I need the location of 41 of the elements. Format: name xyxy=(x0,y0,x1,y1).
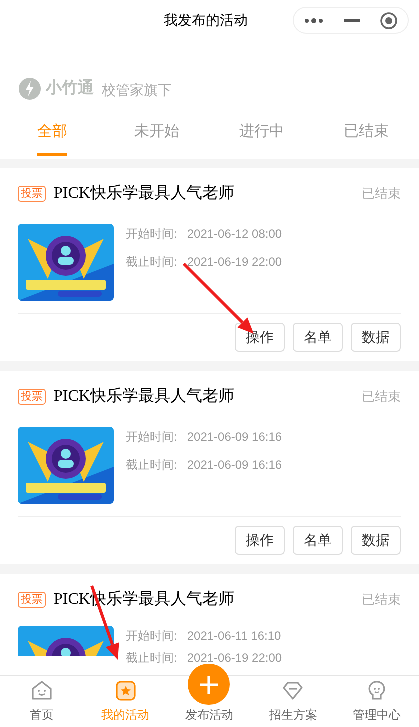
end-time-label: 截止时间: xyxy=(126,254,178,271)
activity-card[interactable]: 投票 PICK快乐学最具人气老师 已结束 开始时间: 2021-06-09 16:16 截止时间: 2021-06-09 16:16 操作 名单 数据 xyxy=(0,371,419,564)
status-label: 已结束 xyxy=(362,388,401,406)
end-time: 2021-06-09 16:16 xyxy=(187,457,282,474)
logo-icon xyxy=(18,77,42,101)
action-button[interactable]: 操作 xyxy=(235,526,285,555)
action-button[interactable]: 名单 xyxy=(293,323,343,352)
brand-name: 小竹通 xyxy=(46,78,94,99)
vote-tag: 投票 xyxy=(18,592,46,608)
action-button[interactable]: 名单 xyxy=(293,526,343,555)
action-button[interactable]: 操作 xyxy=(235,323,285,352)
brand-tagline: 校管家旗下 xyxy=(102,81,172,100)
start-time-label: 开始时间: xyxy=(126,628,178,645)
action-button[interactable]: 数据 xyxy=(351,323,401,352)
plus-icon xyxy=(199,674,220,694)
action-button[interactable]: 数据 xyxy=(351,526,401,555)
nav-item[interactable]: 招生方案 xyxy=(251,676,336,727)
diamond-icon xyxy=(281,679,306,703)
activity-card[interactable]: 投票 PICK快乐学最具人气老师 已结束 开始时间: 2021-06-12 08:00 截止时间: 2021-06-19 22:00 操作 名单 数据 xyxy=(0,168,419,361)
vote-tag: 投票 xyxy=(18,186,46,202)
end-time-label: 截止时间: xyxy=(126,457,178,474)
start-time: 2021-06-12 08:00 xyxy=(187,226,282,243)
end-time-label: 截止时间: xyxy=(126,650,178,667)
home-icon xyxy=(30,679,54,703)
activity-title: PICK快乐学最具人气老师 xyxy=(54,184,236,204)
close-icon[interactable] xyxy=(380,12,398,30)
end-time: 2021-06-19 22:00 xyxy=(187,650,282,667)
status-label: 已结束 xyxy=(362,185,401,204)
start-time-label: 开始时间: xyxy=(126,226,178,243)
start-time: 2021-06-09 16:16 xyxy=(187,429,282,446)
minimize-icon[interactable] xyxy=(344,18,360,22)
nav-item[interactable]: 管理中心 xyxy=(335,676,419,727)
window-title: 我发布的活动 xyxy=(164,10,248,30)
status-label: 已结束 xyxy=(362,591,401,610)
start-time-label: 开始时间: xyxy=(126,429,178,446)
start-time: 2021-06-11 16:10 xyxy=(187,628,282,645)
end-time: 2021-06-19 22:00 xyxy=(187,254,282,271)
nav-item[interactable]: 首页 xyxy=(0,676,84,727)
vote-tag: 投票 xyxy=(18,389,46,405)
more-icon[interactable] xyxy=(304,18,324,24)
activity-title: PICK快乐学最具人气老师 xyxy=(54,386,236,407)
